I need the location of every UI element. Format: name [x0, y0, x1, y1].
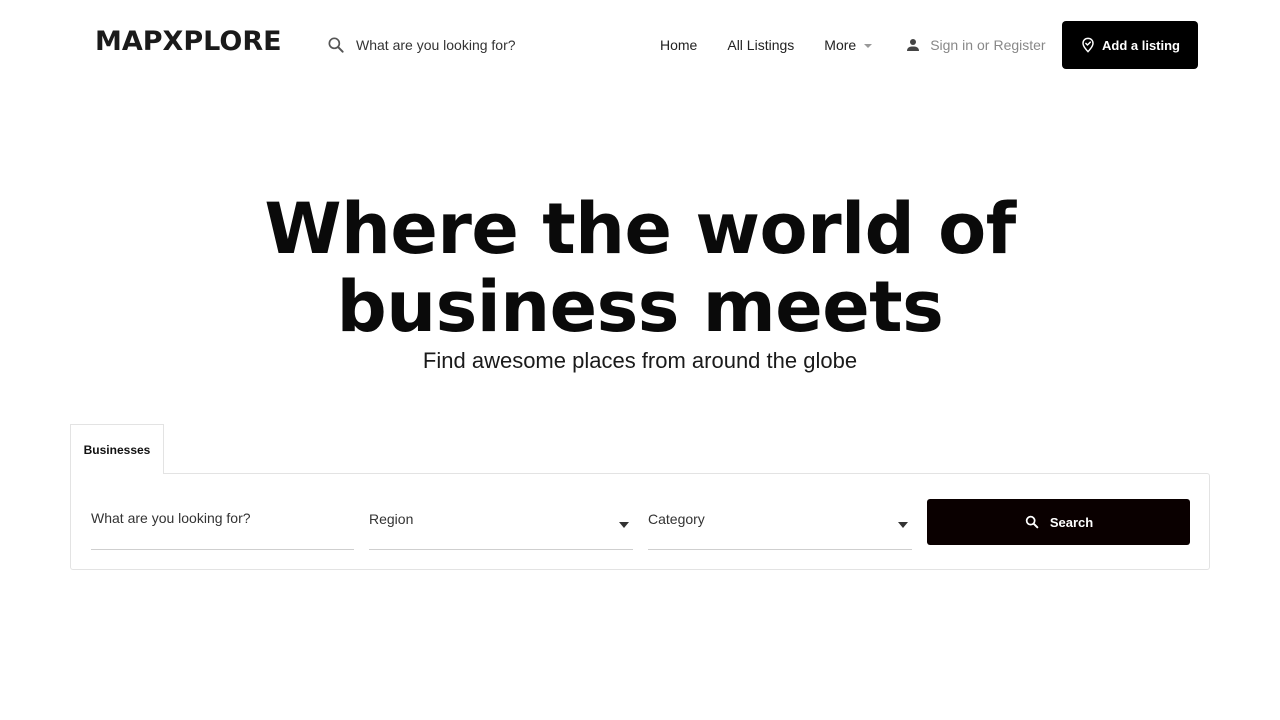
category-select[interactable]: Category [648, 502, 912, 550]
header-search-input[interactable] [356, 37, 616, 53]
auth-links: Sign in or Register [904, 36, 1046, 54]
search-button-label: Search [1049, 514, 1094, 530]
region-label: Region [369, 511, 414, 527]
search-panel: Region Category Search [70, 473, 1210, 570]
sign-in-link[interactable]: Sign in [930, 37, 973, 53]
site-header: MAPXPLORE Home All Listings More Sign in… [0, 0, 1280, 90]
hero-title-line2: business meets [336, 266, 944, 348]
search-button[interactable]: Search [927, 499, 1190, 545]
add-listing-button[interactable]: Add a listing [1062, 21, 1198, 69]
region-select[interactable]: Region [369, 502, 633, 550]
header-search [326, 30, 626, 60]
add-listing-label: Add a listing [1102, 37, 1180, 53]
chevron-down-icon [864, 44, 873, 48]
chevron-down-icon [619, 522, 629, 528]
nav-more-dropdown[interactable]: More [824, 37, 873, 53]
chevron-down-icon [898, 522, 908, 528]
keyword-field [91, 502, 354, 550]
auth-or-text: or [977, 37, 990, 53]
hero-title: Where the world of business meets [0, 190, 1280, 346]
search-icon [328, 37, 344, 53]
map-pin-icon [1082, 37, 1094, 53]
hero-subtitle: Find awesome places from around the glob… [422, 348, 858, 373]
nav-more-label: More [824, 37, 857, 53]
nav-all-listings[interactable]: All Listings [727, 37, 794, 53]
nav-home[interactable]: Home [660, 37, 697, 53]
search-icon [1025, 515, 1039, 529]
keyword-input[interactable] [91, 502, 354, 526]
hero-title-line1: Where the world of [264, 188, 1016, 270]
register-link[interactable]: Register [993, 37, 1045, 53]
user-icon [907, 39, 920, 51]
tab-businesses[interactable]: Businesses [70, 424, 164, 474]
site-logo[interactable]: MAPXPLORE [95, 27, 282, 57]
main-nav: Home All Listings More Sign in or Regist… [660, 34, 1046, 56]
category-label: Category [648, 511, 705, 527]
